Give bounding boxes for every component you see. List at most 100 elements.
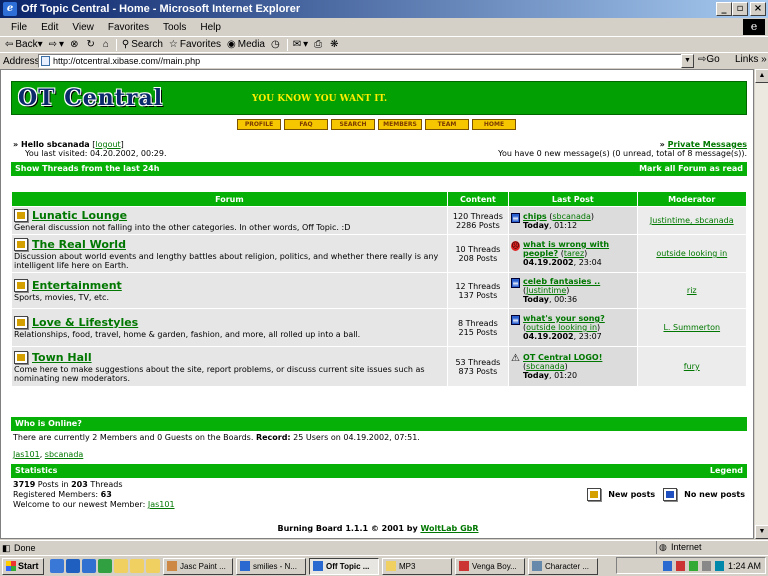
maximize-button[interactable]: ▫	[732, 2, 748, 16]
nav-faq-button[interactable]: FAQ	[284, 119, 328, 130]
messenger-button[interactable]: ❋	[327, 39, 343, 50]
desktop-icon[interactable]	[50, 559, 64, 573]
media-button[interactable]: ◉ Media	[224, 39, 268, 50]
search-button[interactable]: ⚲ Search	[119, 39, 166, 50]
last-post-user-link[interactable]: Justintime	[526, 286, 566, 295]
content-cell: 10 Threads 208 Posts	[447, 235, 509, 272]
moderator-link[interactable]: riz	[687, 286, 697, 295]
nav-profile-button[interactable]: PROFILE	[237, 119, 281, 130]
nav-team-button[interactable]: TEAM	[425, 119, 469, 130]
woltlab-link[interactable]: WoltLab GbR	[420, 524, 478, 533]
last-post: ≡ chips (sbcanada) Today, 01:12	[511, 211, 594, 230]
moderator-link[interactable]: fury	[684, 362, 700, 371]
status-bar: ◧ Done ◍ Internet	[0, 540, 768, 555]
nav-search-button[interactable]: SEARCH	[331, 119, 375, 130]
last-post-cell: ≡ chips (sbcanada) Today, 01:12	[509, 207, 637, 234]
forum-link[interactable]: Town Hall	[32, 351, 92, 364]
last-post-link[interactable]: chips	[523, 212, 547, 221]
address-dropdown-icon[interactable]: ▼	[681, 54, 694, 68]
menu-tools[interactable]: Tools	[156, 22, 193, 33]
online-user-link[interactable]: sbcanada	[45, 450, 84, 459]
moderator-link[interactable]: Justintime, sbcanada	[650, 216, 734, 225]
nav-home-button[interactable]: HOME	[472, 119, 516, 130]
last-post: ≡ celeb fantasies .. (Justintime) Today, 0…	[511, 277, 635, 304]
folder-icon[interactable]	[114, 559, 128, 573]
back-button[interactable]: ⇦ Back ▾	[2, 39, 46, 50]
taskbar: Start Jasc Paint ... smilies - N... Off …	[0, 555, 768, 576]
minimize-button[interactable]: _	[716, 2, 732, 16]
moderator-link[interactable]: outside looking in	[656, 249, 727, 258]
forward-button[interactable]: ⇨ ▾	[46, 39, 67, 50]
task-off-topic[interactable]: Off Topic ...	[309, 557, 379, 575]
new-posts-icon	[587, 488, 602, 501]
forum-link[interactable]: Lunatic Lounge	[32, 209, 127, 222]
last-post-user-link[interactable]: sbcanada	[526, 362, 565, 371]
print-button[interactable]: ⎙	[311, 39, 327, 50]
scroll-up-icon[interactable]: ▲	[755, 69, 768, 83]
address-input[interactable]: http://otcentral.xibase.com//main.php ▼	[38, 54, 694, 68]
tray-icon[interactable]	[675, 560, 685, 571]
menu-favorites[interactable]: Favorites	[101, 22, 156, 33]
forum-link[interactable]: Entertainment	[32, 279, 122, 292]
online-user-link[interactable]: Jas101	[13, 450, 40, 459]
private-messages-link[interactable]: Private Messages	[668, 140, 747, 149]
site-logo[interactable]: OT Central	[18, 85, 163, 111]
task-character[interactable]: Character ...	[528, 557, 598, 575]
last-post-user-link[interactable]: sbcanada	[552, 212, 591, 221]
last-post-link[interactable]: what's your song?	[523, 314, 605, 323]
folder-icon[interactable]	[146, 559, 160, 573]
task-smilies[interactable]: smilies - N...	[236, 557, 306, 575]
folder-icon[interactable]	[130, 559, 144, 573]
moderator-cell: Justintime, sbcanada	[637, 207, 746, 234]
vertical-scrollbar[interactable]: ▲ ▼	[754, 69, 768, 539]
ie-app-icon: e	[3, 2, 17, 16]
task-jasc[interactable]: Jasc Paint ...	[163, 557, 233, 575]
clock[interactable]: 1:24 AM	[728, 561, 761, 571]
volume-icon[interactable]	[701, 560, 711, 571]
nav-members-button[interactable]: MEMBERS	[378, 119, 422, 130]
home-button[interactable]: ⌂	[100, 39, 114, 50]
logout-link[interactable]: logout	[95, 140, 120, 149]
moderator-cell: riz	[637, 273, 746, 308]
mail-button[interactable]: ✉ ▾	[290, 39, 311, 50]
moderator-link[interactable]: L. Summerton	[663, 323, 720, 332]
menu-file[interactable]: File	[4, 22, 34, 33]
forum-link[interactable]: The Real World	[32, 238, 126, 251]
history-button[interactable]: ◷	[268, 39, 285, 50]
tray-icon[interactable]	[662, 560, 672, 571]
app-icon[interactable]	[98, 559, 112, 573]
menu-help[interactable]: Help	[193, 22, 228, 33]
links-button[interactable]: Links »	[735, 54, 767, 65]
show-threads-link[interactable]: Show Threads from the last 24h	[15, 164, 159, 173]
close-button[interactable]: ×	[750, 2, 766, 16]
favorites-button[interactable]: ☆ Favorites	[166, 39, 224, 50]
scroll-down-icon[interactable]: ▼	[755, 525, 768, 539]
ie-icon[interactable]	[66, 559, 80, 573]
task-mp3[interactable]: MP3	[382, 557, 452, 575]
outlook-icon[interactable]	[82, 559, 96, 573]
page-icon	[41, 56, 50, 66]
tray-icon[interactable]	[714, 560, 724, 571]
menu-edit[interactable]: Edit	[34, 22, 65, 33]
pm-prefix: »	[659, 140, 668, 149]
window-titlebar[interactable]: e Off Topic Central - Home - Microsoft I…	[0, 0, 768, 18]
stop-button[interactable]: ⊗	[67, 39, 83, 50]
last-post-link[interactable]: celeb fantasies ..	[523, 277, 600, 286]
go-button[interactable]: ⇨Go	[698, 54, 720, 65]
last-post: ⚠ OT Central LOGO! (sbcanada) Today, 01:20	[511, 353, 635, 380]
last-post-user-link[interactable]: outside looking in	[526, 323, 597, 332]
start-button[interactable]: Start	[2, 557, 44, 575]
moderator-cell: L. Summerton	[637, 309, 746, 346]
last-post-date: Today, 01:12	[523, 220, 578, 230]
last-post-user-link[interactable]: tarez	[564, 249, 584, 258]
tray-icon[interactable]	[688, 560, 698, 571]
refresh-button[interactable]: ↻	[83, 39, 99, 50]
mark-read-link[interactable]: Mark all Forum as read	[639, 162, 743, 176]
newest-member-link[interactable]: Jas101	[148, 500, 175, 509]
last-post-link[interactable]: OT Central LOGO!	[523, 353, 602, 362]
charmap-icon	[532, 561, 542, 571]
menu-view[interactable]: View	[65, 22, 101, 33]
page-viewport[interactable]: OT Central YOU KNOW YOU WANT IT. PROFILE…	[0, 69, 754, 539]
task-venga[interactable]: Venga Boy...	[455, 557, 525, 575]
forum-link[interactable]: Love & Lifestyles	[32, 316, 138, 329]
